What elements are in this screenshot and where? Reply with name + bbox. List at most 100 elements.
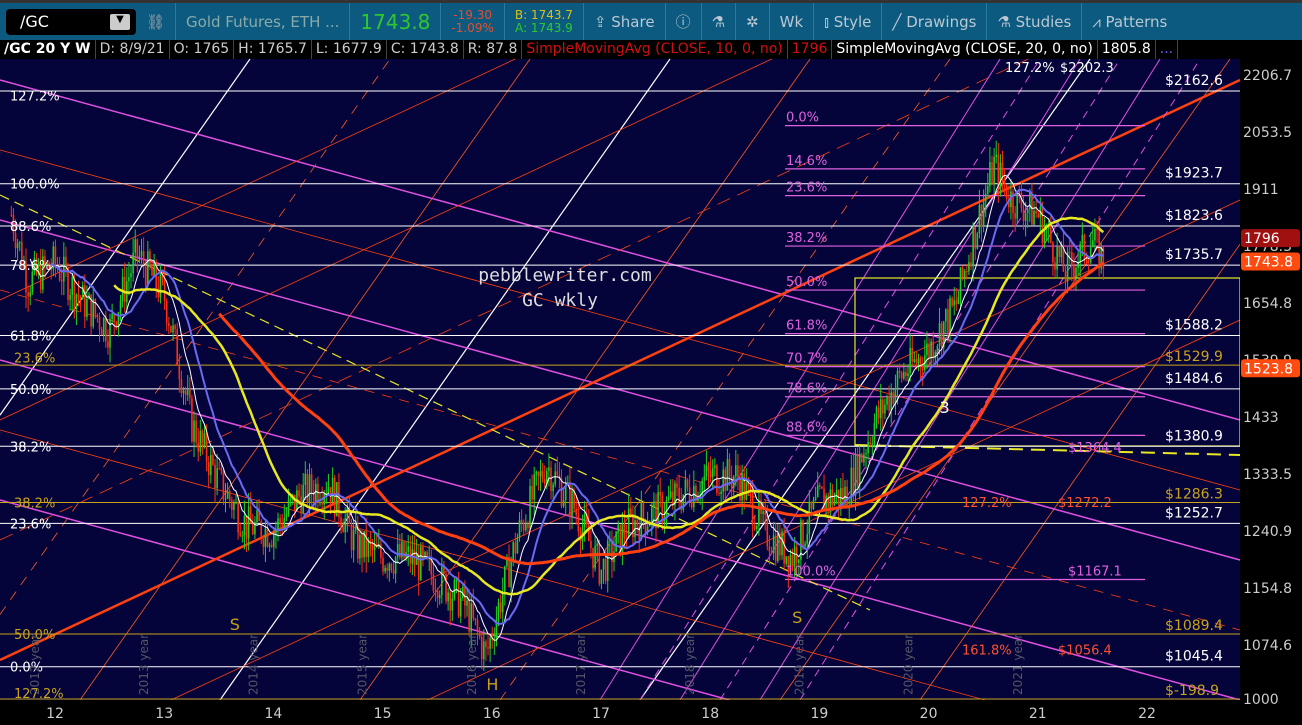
candle xyxy=(508,556,510,588)
year-label: 2017 year xyxy=(574,634,588,695)
year-label: 2015 year xyxy=(356,634,370,695)
candle xyxy=(132,252,134,274)
candle xyxy=(785,556,788,564)
candle xyxy=(690,502,693,508)
red-fib-label: 127.2% xyxy=(962,496,1012,511)
candle xyxy=(214,464,216,489)
candle xyxy=(522,523,525,531)
candle xyxy=(392,570,395,574)
candle xyxy=(1058,246,1061,257)
level-label: $1252.7 xyxy=(1165,505,1223,521)
candle xyxy=(770,551,773,554)
candle xyxy=(119,300,122,313)
candle xyxy=(919,357,922,366)
candle xyxy=(386,567,389,571)
candle xyxy=(1054,262,1056,270)
candle xyxy=(212,455,214,465)
candle xyxy=(445,573,447,602)
candle xyxy=(233,502,235,510)
candle xyxy=(562,500,565,507)
candle xyxy=(974,227,977,249)
candle xyxy=(285,513,288,518)
candle xyxy=(884,404,886,414)
candle xyxy=(518,519,521,538)
candle xyxy=(67,268,69,300)
candle xyxy=(331,477,334,503)
candle xyxy=(1003,180,1006,185)
candle xyxy=(344,518,347,533)
candle xyxy=(388,563,391,571)
candle xyxy=(180,379,183,394)
candle xyxy=(279,518,281,524)
candle xyxy=(1083,235,1086,260)
candle xyxy=(642,503,645,520)
candle xyxy=(239,532,242,536)
top-fib-label: 127.2% xyxy=(1005,61,1055,76)
candle xyxy=(451,598,454,611)
candle xyxy=(705,465,708,477)
candle xyxy=(907,373,909,376)
candle xyxy=(71,277,74,295)
candle xyxy=(951,298,953,306)
candle xyxy=(900,372,903,379)
candle xyxy=(890,392,893,411)
candle xyxy=(598,543,601,584)
candle xyxy=(191,398,193,442)
candle xyxy=(888,396,890,411)
price-tick: 1240.9 xyxy=(1243,524,1292,540)
year-label: 2016 year xyxy=(465,634,479,695)
candle xyxy=(926,343,928,356)
candle xyxy=(529,485,531,529)
pink-fib-value: $1364.4 xyxy=(1068,441,1122,456)
candle xyxy=(514,542,517,554)
candle xyxy=(997,154,1000,189)
wave-label: H xyxy=(486,675,498,694)
candle xyxy=(802,520,804,547)
candle xyxy=(535,472,538,475)
candle xyxy=(1064,271,1067,281)
candle xyxy=(310,474,313,493)
candle xyxy=(399,544,401,558)
candle xyxy=(270,544,273,547)
candle xyxy=(466,600,468,606)
candle xyxy=(1060,244,1063,257)
price-chart[interactable]: $2162.6 $1923.7 $1823.6 $1735.7 $1588.2 $1484… xyxy=(0,0,1302,725)
candle xyxy=(707,465,710,472)
candle xyxy=(573,490,575,509)
candle xyxy=(777,533,779,561)
candle xyxy=(516,537,519,554)
candle xyxy=(136,239,139,258)
fib-label: 50.0% xyxy=(10,383,51,398)
candle xyxy=(993,157,995,185)
watermark-title: GC wkly xyxy=(522,290,598,311)
candle xyxy=(138,255,141,258)
candle xyxy=(394,557,397,574)
candle xyxy=(382,557,384,572)
candle xyxy=(298,490,300,497)
price-tick: 1000 xyxy=(1243,692,1279,708)
red-fib-label: 161.8% xyxy=(962,643,1012,658)
price-tick: 1911 xyxy=(1243,182,1279,198)
candle xyxy=(602,558,605,570)
candle xyxy=(352,530,355,551)
candle xyxy=(798,559,800,563)
candle xyxy=(483,641,485,660)
candle xyxy=(875,407,878,424)
plot-area[interactable] xyxy=(0,59,1240,700)
candle xyxy=(621,524,624,555)
candle xyxy=(940,323,943,348)
candle xyxy=(594,545,596,569)
red-fib-value: $1272.2 xyxy=(1058,496,1112,511)
candle xyxy=(273,534,275,547)
candle xyxy=(911,347,914,362)
candle xyxy=(319,501,321,503)
candle xyxy=(819,485,821,487)
candle xyxy=(1022,208,1025,221)
candle xyxy=(1043,229,1046,243)
candle xyxy=(930,341,932,358)
candle xyxy=(879,399,882,419)
candle xyxy=(151,266,153,276)
candle xyxy=(63,256,65,282)
candle xyxy=(552,484,554,491)
candle xyxy=(556,471,559,476)
